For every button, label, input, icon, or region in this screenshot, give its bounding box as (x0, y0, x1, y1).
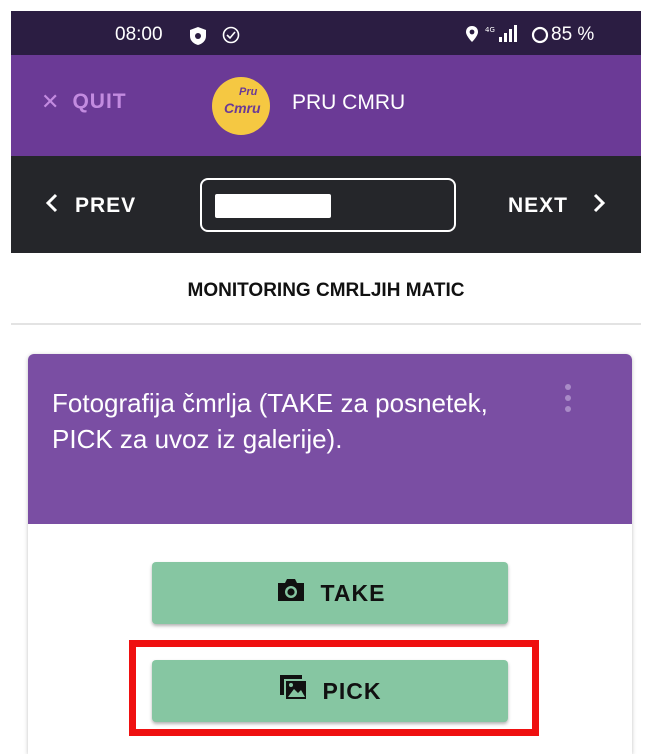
next-button[interactable]: NEXT (508, 192, 606, 220)
svg-text:4G: 4G (485, 26, 495, 34)
app-bar: ✕ QUIT Pru Cmru PRU CMRU (11, 55, 641, 156)
app-title: PRU CMRU (292, 91, 406, 114)
camera-icon (275, 577, 307, 609)
logo-text-cmru: Cmru (224, 100, 261, 116)
prev-button[interactable]: PREV (45, 192, 136, 220)
question-header: Fotografija čmrlja (TAKE za posnetek, PI… (28, 354, 632, 524)
logo-text-pru: Pru (239, 86, 258, 98)
section-title: MONITORING CMRLJIH MATIC (187, 280, 465, 301)
divider (11, 323, 641, 325)
battery-ring-icon (531, 26, 549, 49)
take-photo-button[interactable]: TAKE (152, 562, 508, 624)
status-time: 08:00 (115, 24, 163, 45)
navigation-bar: PREV NEXT (11, 156, 641, 253)
prev-label: PREV (75, 194, 137, 217)
chevron-right-icon (592, 192, 606, 220)
shield-icon (189, 26, 207, 51)
app-logo: Pru Cmru (212, 77, 270, 135)
take-label: TAKE (320, 579, 386, 606)
quit-label: QUIT (72, 90, 127, 113)
check-circle-icon (222, 26, 240, 49)
page-selector-value (215, 194, 331, 218)
location-icon (465, 25, 479, 48)
signal-4g-icon: 4G (485, 24, 527, 49)
quit-button[interactable]: ✕ QUIT (41, 89, 127, 115)
question-text: Fotografija čmrlja (TAKE za posnetek, PI… (52, 388, 488, 454)
page-selector[interactable] (200, 178, 456, 232)
status-bar: 08:00 4G 85 % (11, 11, 641, 55)
more-options-icon[interactable] (563, 384, 573, 420)
next-label: NEXT (508, 194, 569, 217)
close-icon: ✕ (41, 89, 61, 114)
battery-level: 85 % (551, 24, 595, 45)
pick-highlight-box (129, 640, 539, 736)
chevron-left-icon (45, 192, 59, 220)
